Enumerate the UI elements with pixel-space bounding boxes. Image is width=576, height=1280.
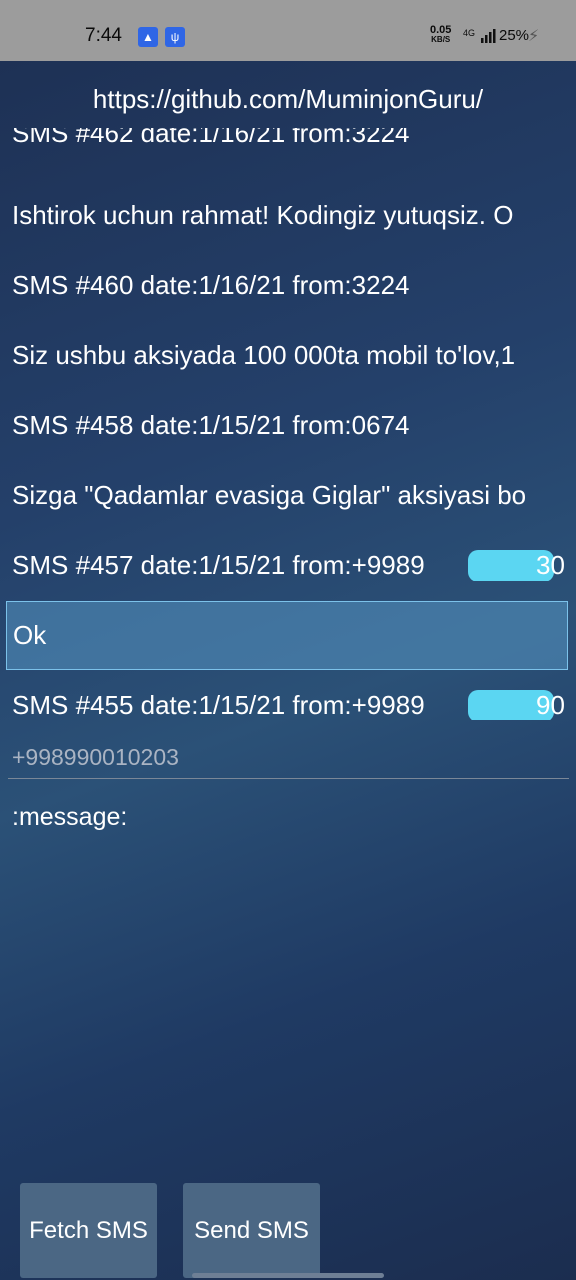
list-item[interactable]: SMS #460 date:1/16/21 from:3224 [12,270,576,301]
charging-icon: ⚡ [528,28,540,45]
list-item[interactable]: SMS #462 date:1/16/21 from:3224 [12,128,576,149]
list-item[interactable]: SMS #455 date:1/15/21 from:+9989 90 [12,690,576,720]
status-bar: 7:44 ▲ ψ 0.05 KB/S 4G 25% ⚡ [0,0,576,61]
list-item-label: SMS #457 date:1/15/21 from:+9989 [12,550,425,580]
send-sms-button[interactable]: Send SMS [183,1183,320,1278]
input-underline [8,778,569,779]
fetch-sms-button[interactable]: Fetch SMS [20,1183,157,1278]
battery-level: 25% [499,27,530,44]
list-item-tail: 90 [536,690,565,720]
list-item-tail: 30 [536,550,565,580]
navigation-handle[interactable] [192,1273,384,1278]
status-time: 7:44 [85,25,122,46]
list-item[interactable]: Siz ushbu aksiyada 100 000ta mobil to'lo… [12,340,576,371]
phone-number-input[interactable] [12,738,568,776]
list-item-label: Ok [13,620,47,650]
network-speed: 0.05 KB/S [430,25,451,45]
list-item-label: SMS #455 date:1/15/21 from:+9989 [12,690,425,720]
list-item[interactable]: Sizga "Qadamlar evasiga Giglar" aksiyasi… [12,480,576,511]
network-speed-unit: KB/S [431,35,451,44]
header-url: https://github.com/MuminjonGuru/ [92,84,484,114]
list-item[interactable]: SMS #458 date:1/15/21 from:0674 [12,410,576,441]
list-item[interactable]: SMS #457 date:1/15/21 from:+9989 30 [12,550,576,581]
signal-icon [481,29,496,43]
android-debug-icon: ▲ [138,27,158,47]
sms-list[interactable]: SMS #462 date:1/16/21 from:3224 Ishtirok… [0,128,576,720]
usb-icon: ψ [165,27,185,47]
list-item[interactable]: Ishtirok uchun rahmat! Kodingiz yutuqsiz… [12,200,576,231]
network-type: 4G [463,28,476,38]
list-item-selected[interactable]: Ok [6,601,568,670]
message-input[interactable] [12,800,568,834]
